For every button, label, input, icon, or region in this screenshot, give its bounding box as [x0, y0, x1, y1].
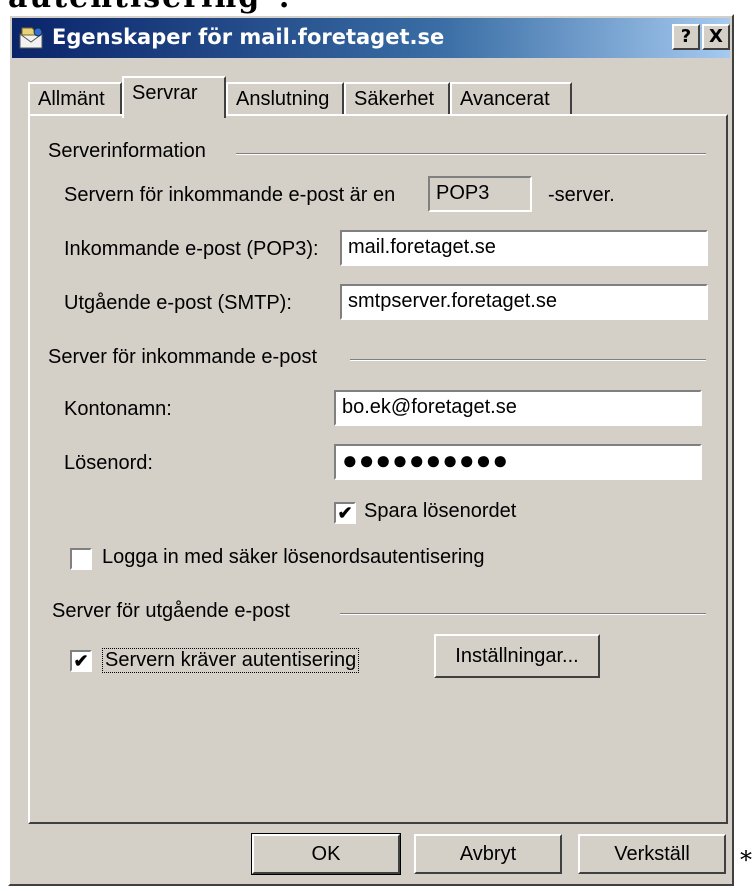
remember-password-checkbox[interactable]: ✔: [334, 502, 356, 524]
tab-servrar[interactable]: Servrar: [122, 76, 226, 118]
clipped-caption-text: autentisering".: [8, 0, 291, 15]
servers-tab-panel: Serverinformation Servern för inkommande…: [28, 114, 728, 824]
tab-anslutning[interactable]: Anslutning: [226, 82, 344, 116]
title-bar[interactable]: Egenskaper för mail.foretaget.se ? X: [12, 18, 730, 58]
incoming-server-type-field: POP3: [428, 176, 532, 212]
server-suffix-label: -server.: [548, 184, 615, 206]
properties-dialog: Egenskaper för mail.foretaget.se ? X All…: [8, 14, 734, 886]
close-button[interactable]: X: [702, 24, 730, 50]
group-divider: [236, 153, 706, 155]
group-divider: [340, 613, 706, 615]
outgoing-group-label: Server för utgående e-post: [52, 600, 290, 622]
incoming-server-label: Inkommande e-post (POP3):: [64, 238, 319, 260]
tab-avancerat[interactable]: Avancerat: [450, 82, 572, 116]
secure-auth-label: Logga in med säker lösenordsautentiserin…: [102, 546, 485, 568]
incoming-group-label: Server för inkommande e-post: [48, 346, 318, 368]
account-name-label: Kontonamn:: [64, 398, 172, 420]
server-requires-auth-label: Servern kräver autentisering: [102, 648, 360, 673]
account-name-input[interactable]: bo.ek@foretaget.se: [334, 390, 702, 426]
incoming-server-input[interactable]: mail.foretaget.se: [340, 230, 708, 266]
serverinfo-group-label: Serverinformation: [48, 140, 206, 162]
server-requires-auth-checkbox[interactable]: ✔: [70, 650, 92, 672]
password-label: Lösenord:: [64, 452, 153, 474]
tab-allmant[interactable]: Allmänt: [28, 82, 122, 116]
incoming-type-label: Servern för inkommande e-post är en: [64, 184, 396, 206]
apply-button[interactable]: Verkställ: [578, 834, 726, 874]
help-button[interactable]: ?: [672, 24, 700, 50]
window-title: Egenskaper för mail.foretaget.se: [52, 25, 445, 49]
stray-asterisk: *: [740, 846, 752, 874]
ok-button[interactable]: OK: [251, 833, 401, 875]
settings-button[interactable]: Inställningar...: [434, 634, 600, 678]
cancel-button[interactable]: Avbryt: [414, 834, 562, 874]
remember-password-label: Spara lösenordet: [364, 500, 517, 522]
group-divider: [350, 359, 706, 361]
tab-sakerhet[interactable]: Säkerhet: [344, 82, 450, 116]
password-input[interactable]: ●●●●●●●●●●: [334, 444, 702, 480]
outgoing-server-input[interactable]: smtpserver.foretaget.se: [340, 284, 708, 320]
outgoing-server-label: Utgående e-post (SMTP):: [64, 292, 292, 314]
mail-account-icon: [19, 27, 43, 49]
secure-auth-checkbox[interactable]: [70, 548, 92, 570]
